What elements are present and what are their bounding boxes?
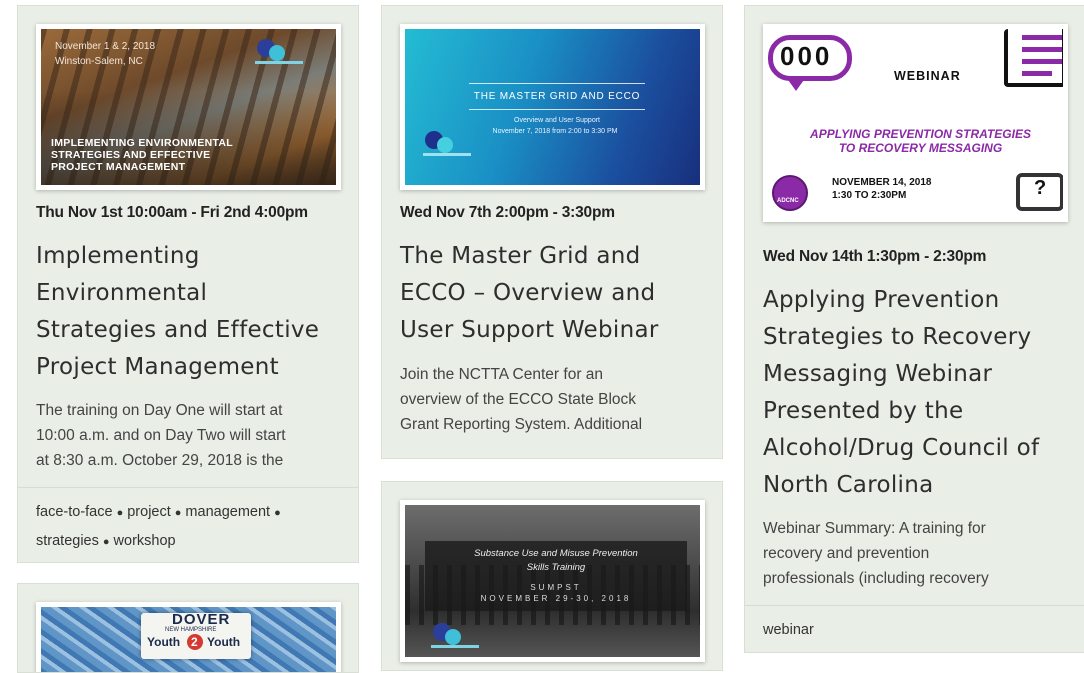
headline-line-2: TO RECOVERY MESSAGING (838, 141, 1003, 155)
event-image-2-picture: THE MASTER GRID AND ECCO Overview and Us… (405, 29, 700, 185)
event-summary-line: The training on Day One will start at (36, 402, 283, 419)
event-date: Wed Nov 7th 2:00pm - 3:30pm (400, 204, 615, 221)
event-image-5-picture: DOVER NEW HAMPSHIRE Youth 2 Youth (41, 607, 336, 672)
org-logo-icon (423, 129, 473, 161)
event-title-line: Environmental (36, 280, 208, 306)
event-title-line: Project Management (36, 354, 279, 380)
event-title-line: The Master Grid and (400, 243, 641, 269)
event-summary-line: at 8:30 a.m. October 29, 2018 is the (36, 452, 284, 469)
bullet-separator: ● (174, 507, 182, 519)
headline-line-1: APPLYING PREVENTION STRATEGIES (810, 127, 1031, 141)
youth-left-text: Youth (147, 635, 181, 649)
event-image-1[interactable]: November 1 & 2, 2018 Winston-Salem, NC I… (36, 24, 341, 190)
speech-bubble-tail-icon (786, 77, 806, 91)
event-title-line: Messaging Webinar (763, 361, 993, 387)
webinar-label-text: WEBINAR (894, 69, 961, 83)
dover-title-text: DOVER (172, 611, 231, 628)
image-caption-line-1: IMPLEMENTING ENVIRONMENTAL (51, 137, 234, 149)
event-image-5[interactable]: DOVER NEW HAMPSHIRE Youth 2 Youth (36, 602, 341, 672)
event-summary-line: professionals (including recovery (763, 570, 989, 587)
image-date-text: NOVEMBER 29-30, 2018 (480, 594, 632, 603)
event-summary-line: Join the NCTTA Center for an (400, 366, 604, 383)
adcnc-badge-text: ADCNC (777, 198, 799, 204)
image-date-text: November 1 & 2, 2018 (55, 41, 156, 52)
event-image-2[interactable]: THE MASTER GRID AND ECCO Overview and Us… (400, 24, 705, 190)
image-heading-text: THE MASTER GRID AND ECCO (473, 91, 641, 102)
question-mark-text: ? (1034, 177, 1047, 199)
image-caption-line-3: PROJECT MANAGEMENT (51, 161, 186, 173)
event-title-line: Strategies and Effective (36, 317, 320, 343)
number-two-text: 2 (191, 635, 198, 649)
heading-rule-bottom (469, 109, 645, 110)
image-title-line-2: Skills Training (526, 562, 586, 573)
event-when-line-2: 1:30 TO 2:30PM (832, 190, 907, 201)
bullet-separator: ● (102, 536, 110, 548)
image-title-line-1: Substance Use and Misuse Prevention (474, 548, 638, 559)
image-subtitle-text: Overview and User Support (514, 117, 600, 124)
org-logo-icon (431, 621, 481, 653)
image-place-text: Winston-Salem, NC (55, 56, 143, 67)
event-title-line: Implementing (36, 243, 200, 269)
event-tags: face-to-face ● project ● management ● strateg… (18, 487, 358, 562)
tag-link[interactable]: workshop (114, 533, 176, 549)
event-card-4: Substance Use and Misuse Prevention Skil… (381, 481, 723, 671)
heading-rule-top (469, 83, 645, 84)
event-title-line: Applying Prevention (763, 287, 1000, 313)
event-title[interactable]: Applying Prevention Strategies to Recove… (763, 282, 1083, 504)
tag-link[interactable]: face-to-face (36, 504, 113, 520)
event-title[interactable]: Implementing Environmental Strategies an… (36, 238, 356, 386)
event-title-line: Presented by the (763, 398, 964, 424)
bubble-dots-text: 000 (780, 41, 833, 71)
event-card-5: DOVER NEW HAMPSHIRE Youth 2 Youth (17, 583, 359, 673)
event-title-line: North Carolina (763, 472, 934, 498)
event-image-1-picture: November 1 & 2, 2018 Winston-Salem, NC I… (41, 29, 336, 185)
event-title-line: ECCO – Overview and (400, 280, 656, 306)
event-image-3[interactable]: 000 WEBINAR APPLYING PREVENTION STRATEGI… (763, 24, 1068, 222)
event-when-line-1: NOVEMBER 14, 2018 (832, 177, 932, 188)
event-summary: Webinar Summary: A training for recovery… (763, 516, 1075, 591)
tag-link[interactable]: project (127, 504, 171, 520)
event-image-4-picture: Substance Use and Misuse Prevention Skil… (405, 505, 700, 657)
tag-link[interactable]: management (185, 504, 270, 520)
event-title-line: User Support Webinar (400, 317, 659, 343)
event-image-3-picture: 000 WEBINAR APPLYING PREVENTION STRATEGI… (768, 29, 1063, 217)
tag-link[interactable]: webinar (763, 622, 814, 638)
event-summary-line: Webinar Summary: A training for (763, 520, 986, 537)
adcnc-seal-icon (772, 175, 808, 211)
youth-right-text: Youth (207, 635, 241, 649)
event-summary: Join the NCTTA Center for an overview of… (400, 362, 712, 437)
event-tags: webinar (745, 605, 1084, 652)
event-summary-line: recovery and prevention (763, 545, 930, 562)
event-summary: The training on Day One will start at 10… (36, 398, 348, 473)
event-card-1: November 1 & 2, 2018 Winston-Salem, NC I… (17, 5, 359, 563)
image-date-text: November 7, 2018 from 2:00 to 3:30 PM (492, 128, 618, 135)
image-caption-line-2: STRATEGIES AND EFFECTIVE (51, 149, 211, 161)
image-acronym-text: SUMPST (530, 583, 582, 592)
event-title[interactable]: The Master Grid and ECCO – Overview and … (400, 238, 720, 349)
menu-bubble-icon (1004, 29, 1063, 87)
event-summary-line: Grant Reporting System. Additional (400, 416, 643, 433)
event-date: Wed Nov 14th 1:30pm - 2:30pm (763, 248, 987, 265)
dover-subtitle-text: NEW HAMPSHIRE (165, 627, 217, 633)
org-logo-icon (255, 37, 305, 69)
bullet-separator: ● (116, 507, 124, 519)
tag-link[interactable]: strategies (36, 533, 99, 549)
event-image-4[interactable]: Substance Use and Misuse Prevention Skil… (400, 500, 705, 662)
event-card-3: 000 WEBINAR APPLYING PREVENTION STRATEGI… (744, 5, 1084, 653)
bullet-separator: ● (274, 507, 281, 519)
event-card-2: THE MASTER GRID AND ECCO Overview and Us… (381, 5, 723, 459)
event-date: Thu Nov 1st 10:00am - Fri 2nd 4:00pm (36, 204, 308, 221)
event-summary-line: overview of the ECCO State Block (400, 391, 637, 408)
event-summary-line: 10:00 a.m. and on Day Two will start (36, 427, 286, 444)
event-title-line: Alcohol/Drug Council of (763, 435, 1040, 461)
event-title-line: Strategies to Recovery (763, 324, 1032, 350)
